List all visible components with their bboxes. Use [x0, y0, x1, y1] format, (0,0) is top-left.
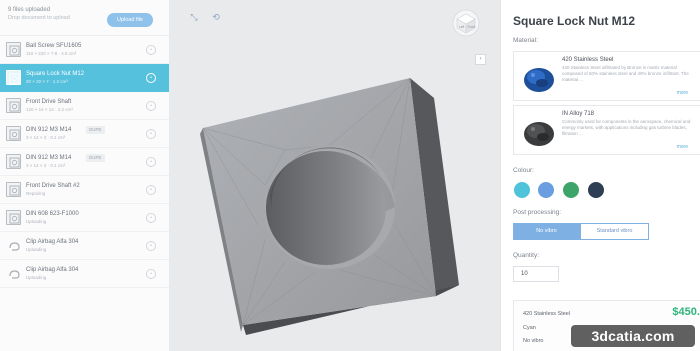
file-meta: 20 × 20 × 7 · 1.2 cm³	[26, 79, 68, 84]
item-options-icon[interactable]: •	[146, 241, 156, 251]
part-title: Square Lock Nut M12	[513, 14, 636, 28]
upload-file-button[interactable]: Upload file	[107, 13, 153, 27]
upload-header: 9 files uploaded Drop document to upload…	[0, 0, 169, 36]
quantity-label: Quantity:	[513, 252, 540, 259]
file-meta: 120 × 14 × 14 · 4.2 cm³	[26, 107, 73, 112]
duplicate-badge: DUPE	[86, 126, 105, 134]
part-thumbnail-icon	[6, 126, 21, 141]
orientation-left-label: Left	[459, 25, 464, 29]
summary-price: $450.7	[672, 306, 700, 318]
item-options-icon[interactable]: •	[146, 269, 156, 279]
part-thumbnail-icon	[6, 182, 21, 197]
material-description: 420 Stainless Steel infiltrated by Bronz…	[562, 65, 689, 82]
orientation-cube[interactable]: Left Front	[452, 9, 480, 37]
file-meta: Repairing	[26, 191, 46, 196]
blue-powder-image	[520, 58, 558, 96]
file-meta: Uploading	[26, 247, 47, 252]
item-options-icon[interactable]: •	[146, 101, 156, 111]
material-label: Material:	[513, 37, 538, 44]
colour-swatch-green[interactable]	[563, 182, 579, 198]
quantity-input[interactable]: 10	[513, 266, 559, 282]
file-name: Square Lock Nut M12	[26, 71, 85, 77]
file-meta: Uploading	[26, 219, 47, 224]
material-name: IN Alloy 718	[562, 111, 595, 117]
file-list-item[interactable]: DIN 912 M3 M14 3 × 14 × 3 · 0.1 cm³ DUPE •	[0, 120, 169, 148]
post-processing-label: Post processing:	[513, 209, 562, 216]
material-more-link[interactable]: more	[677, 144, 688, 150]
file-name: Clip Airbag Alfa 304	[26, 239, 79, 245]
orientation-front-label: Front	[468, 25, 476, 29]
part-thumbnail-icon	[6, 98, 21, 113]
file-name: Front Drive Shaft	[26, 99, 72, 105]
material-card-in-alloy-718[interactable]: IN Alloy 718 Commonly used for component…	[513, 105, 700, 155]
item-options-icon[interactable]: •	[146, 213, 156, 223]
duplicate-badge: DUPE	[86, 154, 105, 162]
file-meta: 3 × 14 × 3 · 0.1 cm³	[26, 163, 66, 168]
file-list-item[interactable]: Square Lock Nut M12 20 × 20 × 7 · 1.2 cm³…	[0, 64, 169, 92]
file-list-item[interactable]: Clip Airbag Alfa 304 Uploading •	[0, 232, 169, 260]
file-list-item[interactable]: Front Drive Shaft 120 × 14 × 14 · 4.2 cm³…	[0, 92, 169, 120]
file-name: DIN 912 M3 M14	[26, 155, 72, 161]
file-name: Clip Airbag Alfa 304	[26, 267, 79, 273]
clip-part-icon	[6, 238, 21, 253]
dark-powder-image	[520, 112, 558, 150]
standard-vibro-option[interactable]: Standard vibro	[580, 223, 649, 240]
collapse-panel-button[interactable]: ›	[475, 54, 486, 65]
colour-swatch-cyan[interactable]	[514, 182, 530, 198]
file-meta: 3 × 14 × 3 · 0.1 cm³	[26, 135, 66, 140]
item-options-icon[interactable]: •	[146, 73, 156, 83]
part-thumbnail-icon	[6, 210, 21, 225]
file-list-item[interactable]: Front Drive Shaft #2 Repairing •	[0, 176, 169, 204]
colour-swatch-navy[interactable]	[588, 182, 604, 198]
part-thumbnail-icon	[6, 42, 21, 57]
site-watermark: 3dcatia.com	[571, 325, 695, 347]
item-options-icon[interactable]: •	[146, 129, 156, 139]
material-card-420-stainless[interactable]: 420 Stainless Steel 420 Stainless Steel …	[513, 51, 700, 101]
file-sidebar: 9 files uploaded Drop document to upload…	[0, 0, 170, 351]
colour-label: Colour:	[513, 167, 534, 174]
file-meta: 110 × 220 × 7.8 · 4.5 cm³	[26, 51, 77, 56]
file-name: Front Drive Shaft #2	[26, 183, 80, 189]
summary-material: 420 Stainless Steel	[523, 311, 571, 317]
square-lock-nut-model[interactable]	[170, 0, 500, 351]
clip-part-icon	[6, 266, 21, 281]
file-meta: Uploading	[26, 275, 47, 280]
item-options-icon[interactable]: •	[146, 45, 156, 55]
no-vibro-option[interactable]: No vibro	[513, 223, 580, 240]
material-more-link[interactable]: more	[677, 90, 688, 96]
part-thumbnail-icon	[6, 154, 21, 169]
file-list-item[interactable]: DIN 608 623-F1000 Uploading •	[0, 204, 169, 232]
file-list-item[interactable]: Ball Screw SFU1605 110 × 220 × 7.8 · 4.5 …	[0, 36, 169, 64]
summary-colour: Cyan	[523, 325, 536, 331]
item-options-icon[interactable]: •	[146, 185, 156, 195]
part-thumbnail-icon	[6, 70, 21, 85]
file-name: DIN 912 M3 M14	[26, 127, 72, 133]
summary-post-processing: No vibro	[523, 338, 544, 344]
material-description: Commonly used for components in the aero…	[562, 119, 691, 136]
file-name: DIN 608 623-F1000	[26, 211, 79, 217]
file-list-item[interactable]: DIN 912 M3 M14 3 × 14 × 3 · 0.1 cm³ DUPE •	[0, 148, 169, 176]
rotate-view-icon[interactable]: ⟲	[208, 10, 224, 24]
configuration-panel: Square Lock Nut M12 Material: 420 Stainl…	[500, 0, 700, 351]
fit-view-icon[interactable]: ⤡	[186, 10, 202, 24]
colour-swatch-blue[interactable]	[538, 182, 554, 198]
file-list: Ball Screw SFU1605 110 × 220 × 7.8 · 4.5 …	[0, 36, 169, 288]
file-list-item[interactable]: Clip Airbag Alfa 304 Uploading •	[0, 260, 169, 288]
item-options-icon[interactable]: •	[146, 157, 156, 167]
material-name: 420 Stainless Steel	[562, 57, 614, 63]
file-name: Ball Screw SFU1605	[26, 43, 82, 49]
model-viewport[interactable]: ⤡ ⟲ Left Front ›	[170, 0, 500, 351]
